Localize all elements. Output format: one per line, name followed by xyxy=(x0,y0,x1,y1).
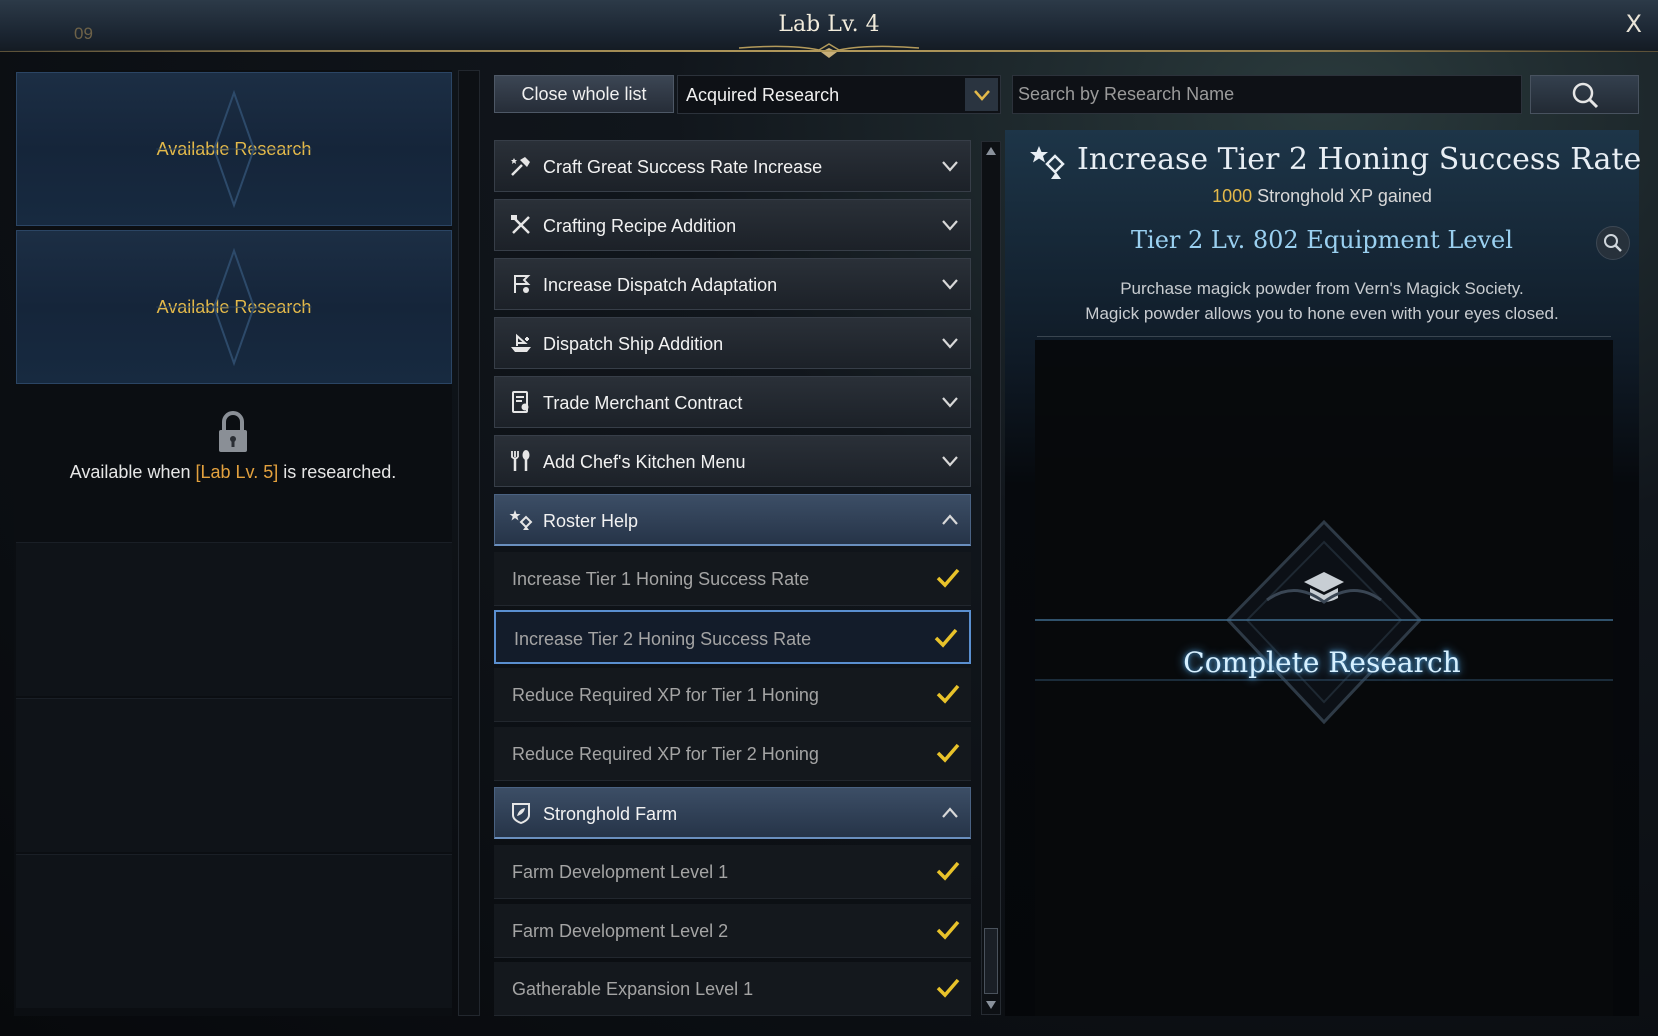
category-label: Increase Dispatch Adaptation xyxy=(543,275,778,295)
research-item-label: Increase Tier 2 Honing Success Rate xyxy=(514,629,812,649)
research-search-input[interactable] xyxy=(1012,75,1522,114)
dropdown-toggle[interactable] xyxy=(965,78,998,111)
title-divider xyxy=(0,50,1658,52)
window-title: Lab Lv. 4 xyxy=(778,12,880,37)
research-detail-title: Increase Tier 2 Honing Success Rate xyxy=(1077,142,1642,177)
contract-icon xyxy=(512,391,529,413)
lock-requirement-text: Available when [Lab Lv. 5] is researched… xyxy=(69,462,397,482)
xp-amount: 1000 xyxy=(1212,186,1253,206)
search-icon xyxy=(1572,82,1598,108)
magnify-button[interactable] xyxy=(1596,226,1630,260)
close-whole-list-button[interactable]: Close whole list xyxy=(494,75,674,113)
slot-decoration-icon xyxy=(156,89,312,209)
category-crafting-recipe[interactable]: Crafting Recipe Addition xyxy=(494,199,971,251)
filter-selected-value: Acquired Research xyxy=(686,85,840,105)
checkmark-icon xyxy=(934,628,958,648)
chevron-up-icon xyxy=(942,514,958,525)
lock-icon xyxy=(219,411,247,452)
research-item-label: Reduce Required XP for Tier 2 Honing xyxy=(512,744,819,764)
close-window-button[interactable]: X xyxy=(1626,10,1642,38)
scroll-up-arrow-icon[interactable] xyxy=(984,144,998,158)
category-trade-merchant[interactable]: Trade Merchant Contract xyxy=(494,376,971,428)
category-label: Stronghold Farm xyxy=(543,804,678,824)
chevron-down-icon xyxy=(942,220,958,231)
research-item-label: Farm Development Level 2 xyxy=(512,921,729,941)
lab-research-window: 09 Lab Lv. 4 X Available Research Availa… xyxy=(0,0,1658,1036)
chevron-down-icon xyxy=(942,161,958,172)
research-item-label: Increase Tier 1 Honing Success Rate xyxy=(512,569,810,589)
dispatch-flag-icon xyxy=(514,275,531,293)
farm-shield-icon xyxy=(512,803,530,825)
chevron-up-icon xyxy=(942,807,958,818)
checkmark-icon xyxy=(936,568,960,588)
locked-slot-notice: Available when [Lab Lv. 5] is researched… xyxy=(14,410,452,483)
slot-decoration-icon xyxy=(156,247,312,367)
research-description: Purchase magick powder from Vern's Magic… xyxy=(1085,279,1559,323)
xp-suffix: Stronghold XP gained xyxy=(1252,186,1432,206)
magnifier-icon xyxy=(1604,234,1622,252)
detail-divider xyxy=(1037,336,1611,337)
research-filter-dropdown[interactable]: Acquired Research xyxy=(677,75,1001,114)
checkmark-icon xyxy=(936,684,960,704)
empty-slot xyxy=(16,542,452,696)
chevron-down-icon xyxy=(942,338,958,349)
title-bar: 09 Lab Lv. 4 X xyxy=(0,0,1658,58)
checkmark-icon xyxy=(936,920,960,940)
crossed-tools-icon xyxy=(511,215,530,234)
research-slots-panel: Available Research Available Research Av… xyxy=(14,70,452,1016)
empty-slot xyxy=(16,854,452,1008)
craft-hammer-star-icon xyxy=(511,157,530,176)
category-chef-kitchen[interactable]: Add Chef's Kitchen Menu xyxy=(494,435,971,487)
research-item-reduce-xp-tier2[interactable]: Reduce Required XP for Tier 2 Honing xyxy=(494,727,971,781)
research-item-farm-dev-1[interactable]: Farm Development Level 1 xyxy=(494,845,971,899)
left-panel-scrollbar[interactable] xyxy=(458,70,480,1016)
category-label: Craft Great Success Rate Increase xyxy=(543,157,823,177)
empty-slot xyxy=(16,698,452,852)
ship-icon xyxy=(511,333,531,352)
chevron-down-icon xyxy=(942,279,958,290)
research-item-farm-dev-2[interactable]: Farm Development Level 2 xyxy=(494,904,971,958)
chevron-down-icon xyxy=(942,456,958,467)
category-dispatch-adaptation[interactable]: Increase Dispatch Adaptation xyxy=(494,258,971,310)
checkmark-icon xyxy=(936,861,960,881)
research-xp-reward: 1000 Stronghold XP gained xyxy=(1005,186,1639,207)
category-dispatch-ship[interactable]: Dispatch Ship Addition xyxy=(494,317,971,369)
research-list: Craft Great Success Rate Increase Crafti… xyxy=(494,140,972,1016)
chevron-down-icon xyxy=(942,397,958,408)
research-item-tier1-honing[interactable]: Increase Tier 1 Honing Success Rate xyxy=(494,552,971,606)
category-label: Dispatch Ship Addition xyxy=(543,334,724,354)
research-list-scrollbar[interactable] xyxy=(981,141,1001,1015)
category-label: Roster Help xyxy=(543,511,639,531)
research-item-tier2-honing[interactable]: Increase Tier 2 Honing Success Rate xyxy=(494,610,971,664)
category-roster-help[interactable]: Roster Help xyxy=(494,494,971,546)
category-label: Crafting Recipe Addition xyxy=(543,216,737,236)
checkmark-icon xyxy=(936,978,960,998)
research-slot-1[interactable]: Available Research xyxy=(16,72,452,226)
equipment-level-requirement: Tier 2 Lv. 802 Equipment Level xyxy=(1131,226,1513,254)
lock-requirement-level: [Lab Lv. 5] xyxy=(195,462,279,482)
category-craft-great-success[interactable]: Craft Great Success Rate Increase xyxy=(494,140,971,192)
research-item-reduce-xp-tier1[interactable]: Reduce Required XP for Tier 1 Honing xyxy=(494,668,971,722)
research-detail-panel: Increase Tier 2 Honing Success Rate 1000… xyxy=(1005,130,1642,1016)
scroll-down-arrow-icon[interactable] xyxy=(984,998,998,1012)
fork-spoon-icon xyxy=(511,450,530,471)
roster-star-icon xyxy=(509,510,533,530)
research-status-complete: Complete Research xyxy=(1183,646,1461,679)
roster-star-icon xyxy=(1030,146,1065,179)
search-button[interactable] xyxy=(1530,75,1639,114)
checkmark-icon xyxy=(936,743,960,763)
research-item-gatherable-expansion-1[interactable]: Gatherable Expansion Level 1 xyxy=(494,962,971,1016)
scrollbar-thumb[interactable] xyxy=(984,928,998,994)
research-slot-2[interactable]: Available Research xyxy=(16,230,452,384)
research-item-label: Farm Development Level 1 xyxy=(512,862,729,882)
research-complete-emblem-icon xyxy=(1035,519,1613,725)
category-stronghold-farm[interactable]: Stronghold Farm xyxy=(494,787,971,839)
chevron-down-icon xyxy=(973,89,990,101)
category-label: Add Chef's Kitchen Menu xyxy=(543,452,746,472)
research-item-label: Gatherable Expansion Level 1 xyxy=(512,979,754,999)
category-label: Trade Merchant Contract xyxy=(543,393,743,413)
research-item-label: Reduce Required XP for Tier 1 Honing xyxy=(512,685,819,705)
